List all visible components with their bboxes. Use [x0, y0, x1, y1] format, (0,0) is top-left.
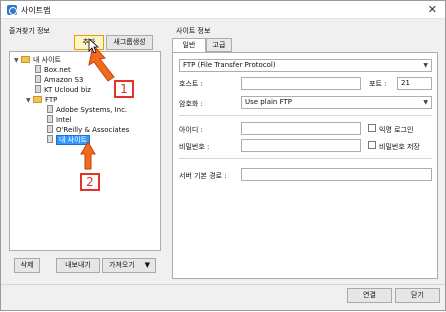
base-path-label: 서버 기본 경로 :: [179, 172, 227, 180]
password-label: 비밀번호 :: [179, 143, 210, 151]
divider: [179, 158, 432, 159]
protocol-select[interactable]: FTP (File Transfer Protocol) ▼: [179, 59, 432, 72]
host-label: 호스트 :: [179, 80, 203, 88]
id-input[interactable]: [241, 122, 361, 135]
site-info-group-label: 사이트 정보: [176, 27, 211, 35]
save-password-label: 비밀번호 저장: [379, 143, 420, 151]
encryption-value: Use plain FTP: [245, 98, 292, 106]
connect-button[interactable]: 연결: [347, 288, 392, 303]
base-path-input[interactable]: [241, 168, 432, 181]
tab-general[interactable]: 일반: [172, 38, 206, 53]
footer-divider: [1, 284, 445, 285]
tab-advanced[interactable]: 고급: [206, 38, 232, 52]
chevron-down-icon: ▼: [423, 99, 428, 106]
save-password-checkbox[interactable]: [368, 141, 376, 149]
id-label: 아이디 :: [179, 126, 203, 134]
anonymous-label: 익명 로그인: [379, 126, 414, 134]
port-label: 포트 :: [369, 80, 387, 88]
callout-2-badge: 2: [80, 173, 100, 191]
general-panel: FTP (File Transfer Protocol) ▼ 호스트 : 포트 …: [172, 52, 438, 279]
host-input[interactable]: [241, 77, 361, 90]
password-input[interactable]: [241, 139, 361, 152]
callout-1-badge: 1: [114, 80, 134, 98]
close-button[interactable]: 닫기: [395, 288, 440, 303]
anonymous-checkbox[interactable]: [368, 124, 376, 132]
divider: [179, 115, 432, 116]
encryption-select[interactable]: Use plain FTP ▼: [241, 96, 432, 109]
encryption-label: 암호화 :: [179, 100, 203, 108]
protocol-value: FTP (File Transfer Protocol): [183, 61, 276, 69]
port-input[interactable]: 21: [397, 77, 432, 90]
sitemap-dialog: 사이트맵 ✕ 즐겨찾기 정보 추가 새그룹생성 ▼내 사이트 Box.net A…: [0, 0, 446, 311]
arrow-two-icon: [80, 141, 96, 170]
chevron-down-icon: ▼: [423, 62, 428, 69]
